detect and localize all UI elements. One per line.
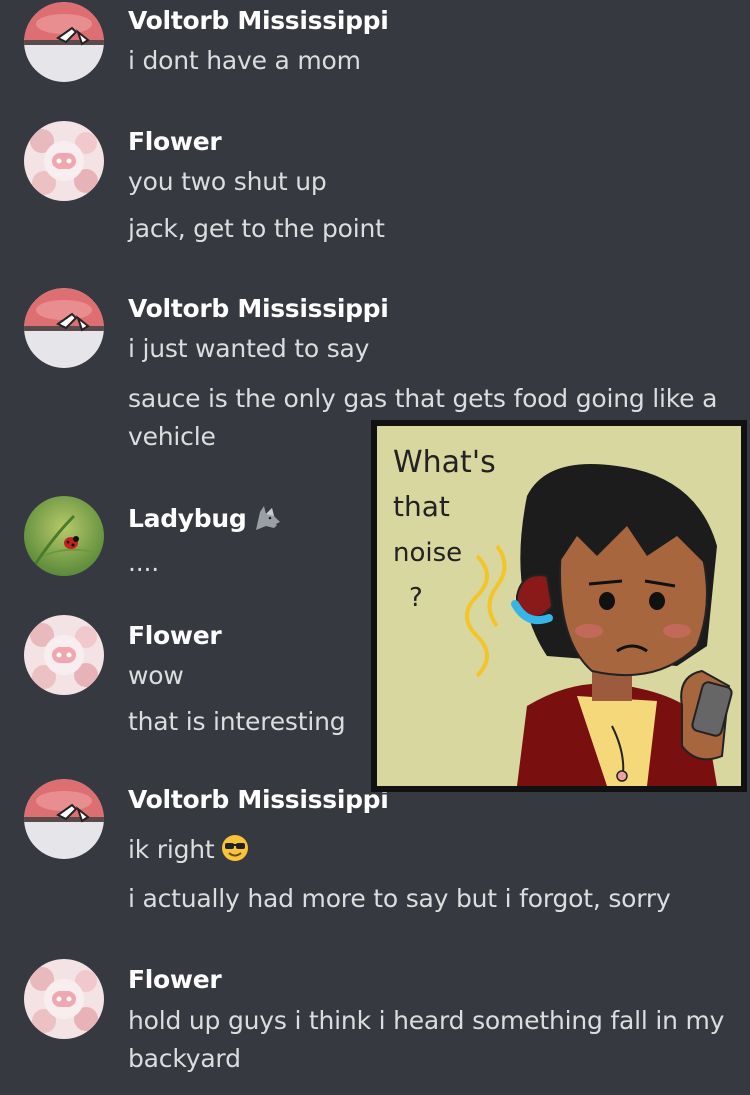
voltorb-avatar-icon[interactable] <box>24 288 104 368</box>
message-author[interactable]: Flower <box>128 127 222 156</box>
message-text: i just wanted to say <box>128 334 370 363</box>
message-text: jack, get to the point <box>128 214 385 243</box>
comic-text-line: What's <box>393 445 496 480</box>
comic-text-line: noise <box>393 538 462 568</box>
flower-avatar-icon[interactable] <box>24 959 104 1039</box>
message-author[interactable]: Voltorb Mississippi <box>128 294 389 323</box>
message-text: you two shut up <box>128 167 327 196</box>
message-author[interactable]: Flower <box>128 621 222 650</box>
comic-text-line: that <box>393 490 450 523</box>
author-name[interactable]: Ladybug <box>128 504 247 533</box>
message-text-content: ik right <box>128 835 215 864</box>
message-author[interactable]: Ladybug <box>128 502 282 538</box>
message-text: ik right <box>128 834 249 868</box>
flower-avatar-icon[interactable] <box>24 121 104 201</box>
voltorb-avatar-icon[interactable] <box>24 2 104 82</box>
message-text: i dont have a mom <box>128 46 361 75</box>
message-author[interactable]: Voltorb Mississippi <box>128 785 389 814</box>
wolf-emoji-icon <box>252 502 282 538</box>
message-text: that is interesting <box>128 707 346 736</box>
voltorb-avatar-icon[interactable] <box>24 779 104 859</box>
message-text: wow <box>128 661 184 690</box>
message-author[interactable]: Voltorb Mississippi <box>128 6 389 35</box>
comic-panel-background: What's that noise ? <box>377 426 741 786</box>
sunglasses-emoji-icon <box>221 834 249 868</box>
comic-panel-image: What's that noise ? <box>371 420 747 792</box>
ladybug-avatar-icon[interactable] <box>24 496 104 576</box>
comic-text-line: ? <box>409 583 423 613</box>
message-author[interactable]: Flower <box>128 965 222 994</box>
message-text: .... <box>128 548 159 577</box>
message-text: hold up guys i think i heard something f… <box>128 1006 725 1073</box>
flower-avatar-icon[interactable] <box>24 615 104 695</box>
message-text: i actually had more to say but i forgot,… <box>128 884 671 913</box>
